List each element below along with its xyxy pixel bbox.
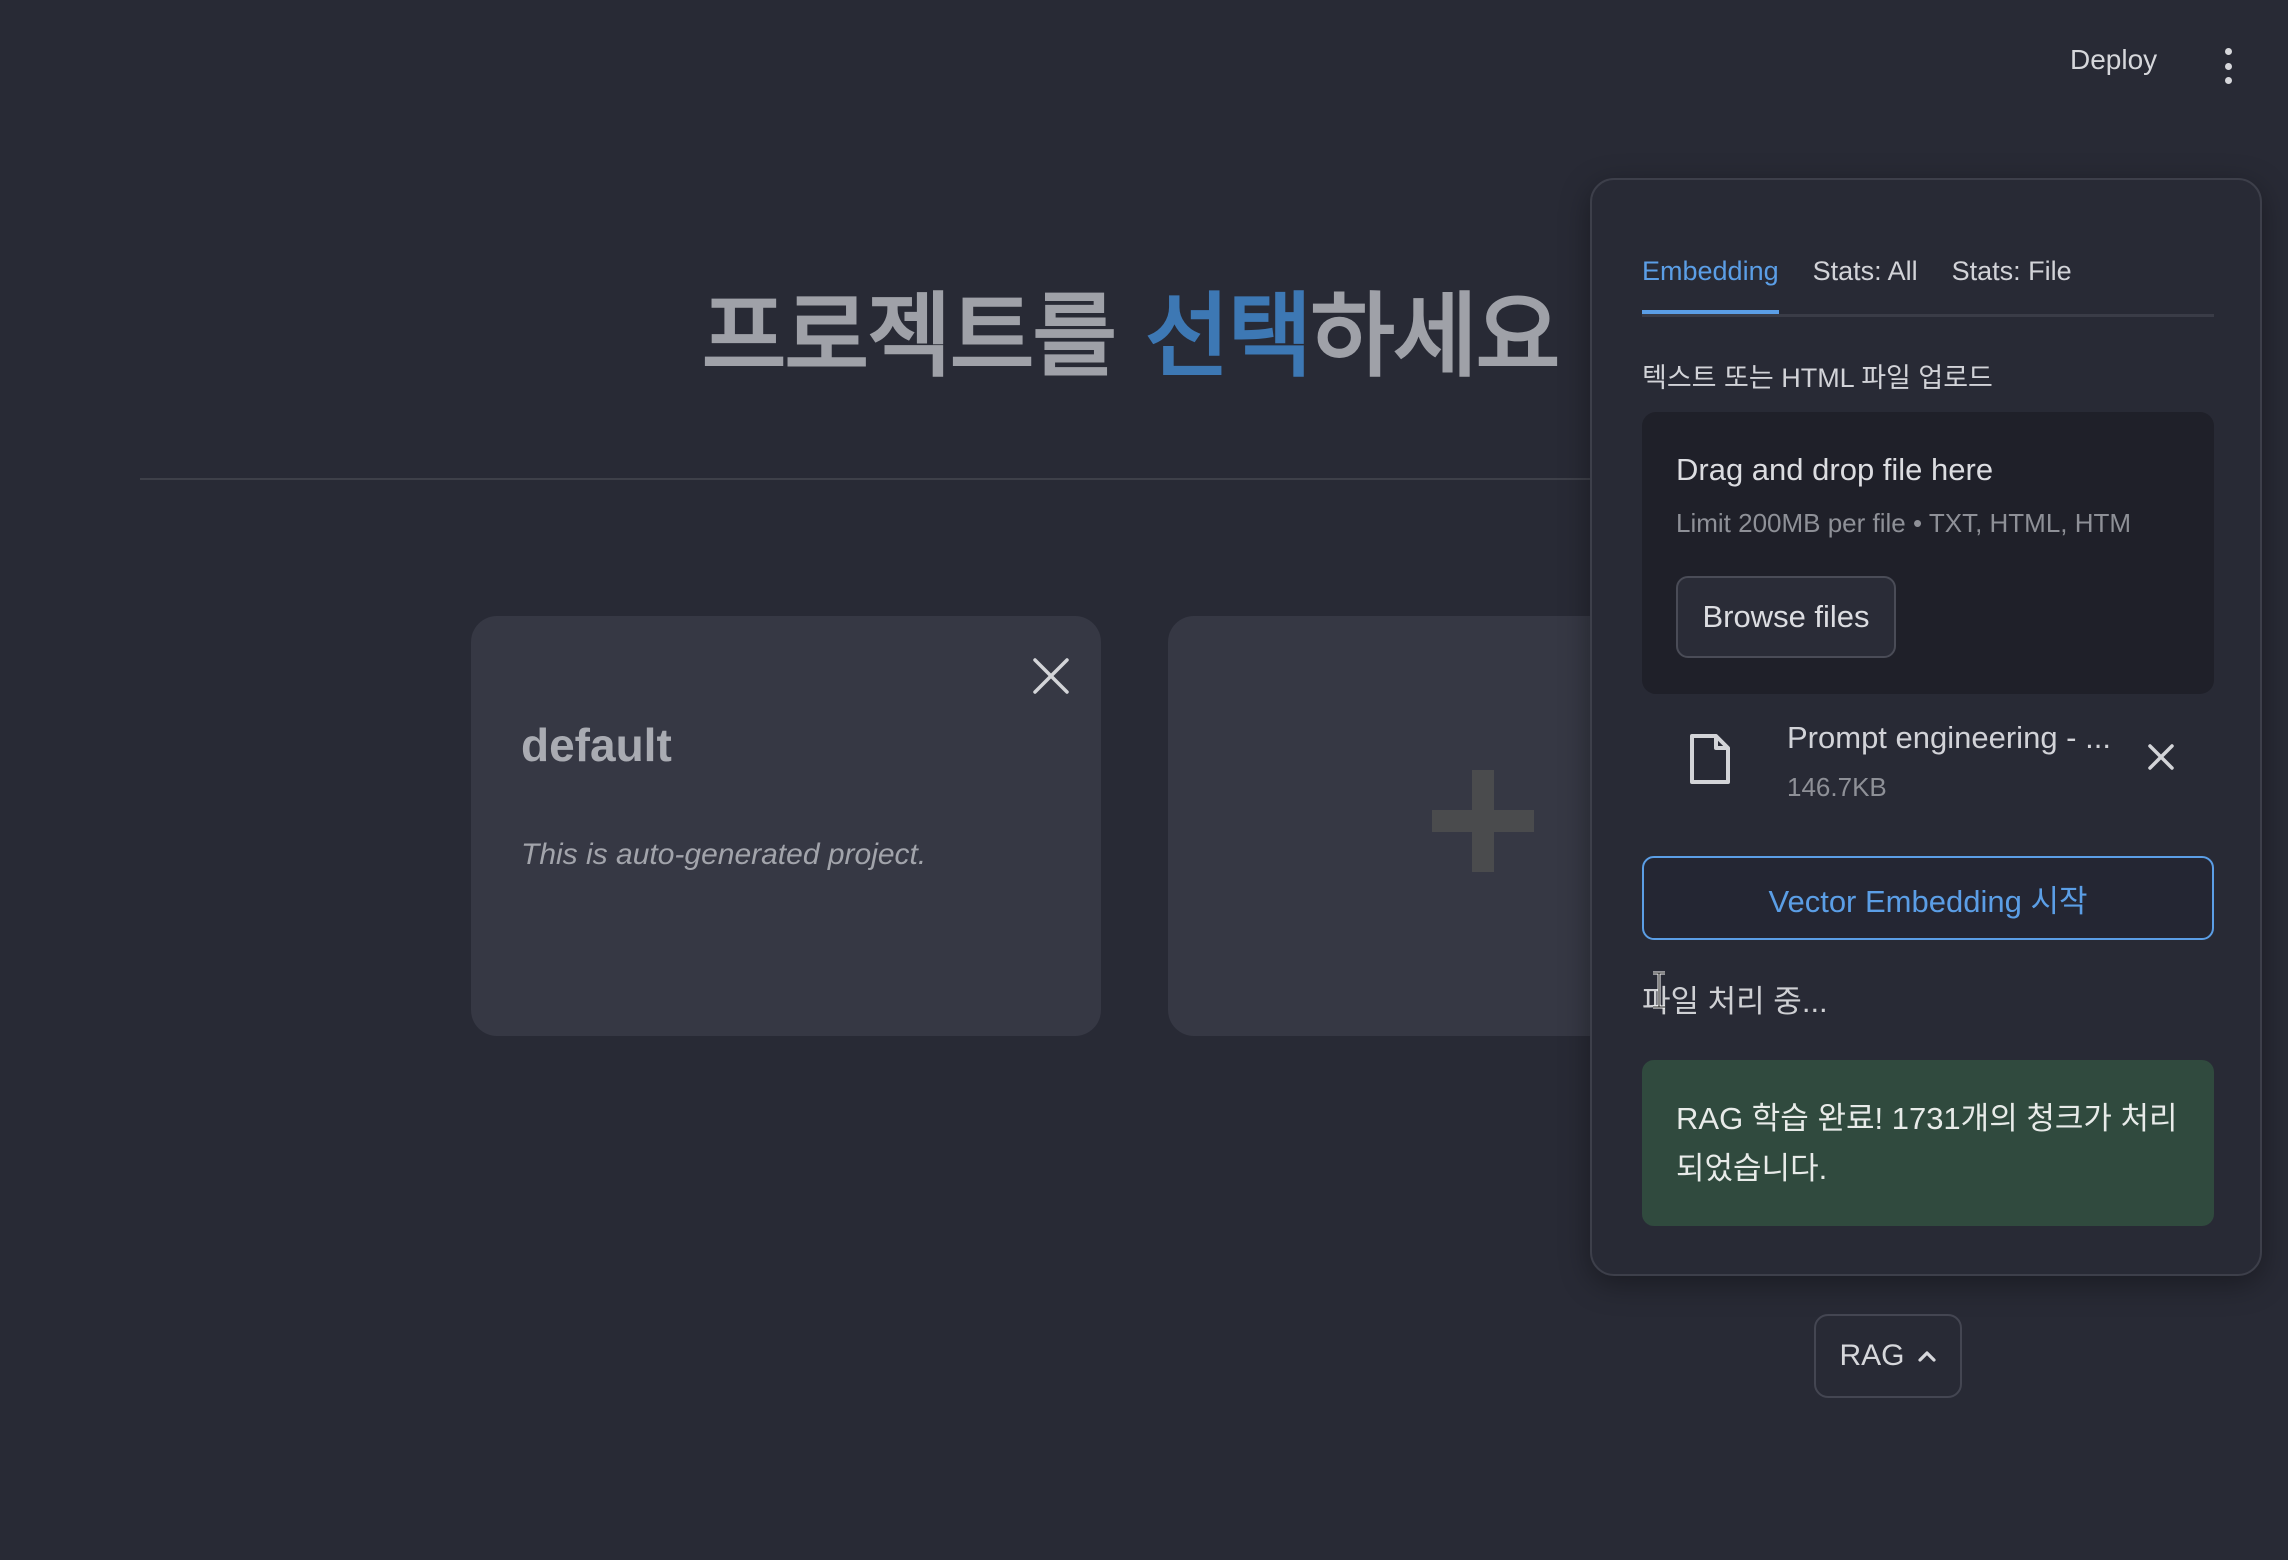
tab-stats-all[interactable]: Stats: All bbox=[1813, 254, 1918, 314]
project-card-default[interactable]: default This is auto-generated project. bbox=[471, 616, 1101, 1036]
rag-tabs: Embedding Stats: All Stats: File bbox=[1642, 254, 2214, 317]
browse-files-button[interactable]: Browse files bbox=[1676, 576, 1896, 658]
success-alert: RAG 학습 완료! 1731개의 청크가 처리되었습니다. bbox=[1642, 1060, 2214, 1226]
chevron-up-icon bbox=[1917, 1351, 1936, 1362]
project-name: default bbox=[521, 719, 672, 771]
project-description: This is auto-generated project. bbox=[521, 838, 927, 871]
file-name: Prompt engineering - ... bbox=[1787, 720, 2111, 755]
processing-status: 파일 처리 중... bbox=[1642, 984, 1828, 1019]
rag-toggle-button[interactable]: RAG bbox=[1814, 1314, 1962, 1398]
plus-icon bbox=[1432, 770, 1534, 872]
rag-toggle-label: RAG bbox=[1839, 1339, 1905, 1372]
file-icon bbox=[1690, 734, 1730, 784]
title-text-start: 프로젝트를 bbox=[701, 283, 1146, 390]
rag-panel: Embedding Stats: All Stats: File 텍스트 또는 … bbox=[1590, 178, 2262, 1276]
dropzone-title: Drag and drop file here bbox=[1676, 452, 1994, 487]
text-cursor-icon bbox=[1653, 971, 1665, 1009]
upload-label: 텍스트 또는 HTML 파일 업로드 bbox=[1642, 363, 1993, 393]
app-root: Deploy 프로젝트를 선택하세요 default This is auto-… bbox=[0, 0, 2288, 1560]
title-divider bbox=[140, 478, 1660, 480]
tab-stats-file[interactable]: Stats: File bbox=[1952, 254, 2072, 314]
uploaded-file: Prompt engineering - ... 146.7KB bbox=[1642, 720, 2214, 810]
vector-embedding-button[interactable]: Vector Embedding 시작 bbox=[1642, 856, 2214, 940]
tab-embedding[interactable]: Embedding bbox=[1642, 254, 1779, 314]
remove-file-icon[interactable] bbox=[2146, 742, 2176, 772]
kebab-menu-icon[interactable] bbox=[2218, 48, 2238, 84]
title-text-end: 하세요 bbox=[1310, 283, 1560, 390]
file-dropzone[interactable]: Drag and drop file here Limit 200MB per … bbox=[1642, 412, 2214, 694]
file-size: 146.7KB bbox=[1787, 772, 1887, 802]
deploy-button[interactable]: Deploy bbox=[2070, 44, 2157, 76]
close-icon[interactable] bbox=[1029, 654, 1073, 698]
dropzone-limit: Limit 200MB per file • TXT, HTML, HTM bbox=[1676, 508, 2132, 538]
title-highlight: 선택 bbox=[1145, 283, 1312, 390]
